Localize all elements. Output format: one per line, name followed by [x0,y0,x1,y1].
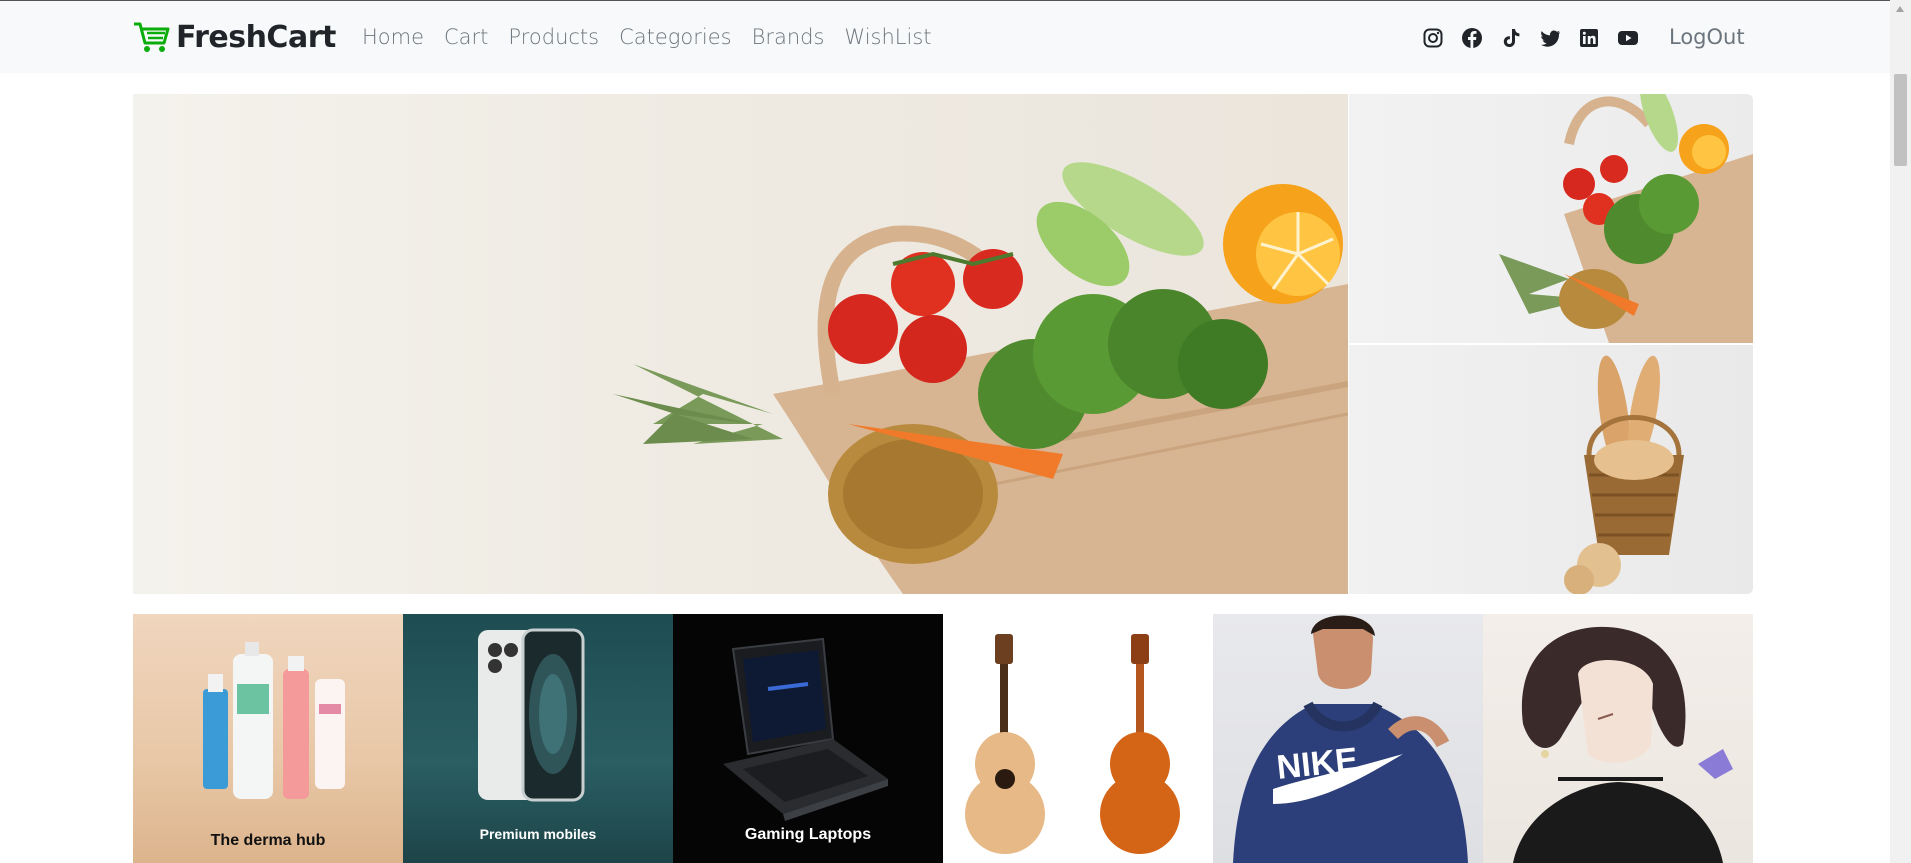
category-card-music[interactable] [943,614,1213,863]
category-label: Gaming Laptops [744,826,872,843]
category-card-mobiles[interactable]: Premium mobiles [403,614,673,863]
shopping-cart-icon [134,22,170,52]
skincare-products-illustration [203,642,345,799]
social-links [1422,27,1656,49]
nav-home[interactable]: Home [362,25,424,49]
linkedin-icon[interactable] [1578,27,1600,49]
nav-products[interactable]: Products [508,25,599,49]
hero-side-image-bread[interactable] [1349,345,1753,594]
grocery-bag-small-illustration [1499,94,1753,343]
scrollbar-thumb[interactable] [1894,74,1907,166]
brand-logo[interactable]: FreshCart [133,19,336,55]
page-scrollbar[interactable] [1890,0,1911,863]
guitars-illustration [965,634,1180,854]
hero-main-slider-image[interactable] [133,94,1348,594]
tiktok-icon[interactable] [1500,27,1522,49]
category-card-womens-fashion[interactable] [1483,614,1753,863]
category-card-mens-fashion[interactable]: NIKE [1213,614,1483,863]
brand-name: FreshCart [176,19,336,55]
logout-link[interactable]: LogOut [1669,25,1745,49]
category-card-derma[interactable]: The derma hub [133,614,403,863]
hero-side-image-groceries[interactable] [1349,94,1753,343]
instagram-icon[interactable] [1422,27,1444,49]
nav-categories[interactable]: Categories [619,25,731,49]
bread-basket-illustration [1564,355,1684,594]
illustrated-woman-illustration [1513,626,1733,863]
facebook-icon[interactable] [1461,27,1483,49]
scroll-up-arrow-icon[interactable] [1896,6,1904,12]
nav-brands[interactable]: Brands [752,25,825,49]
nav-wishlist[interactable]: WishList [844,25,931,49]
mens-hoodie-model-illustration: NIKE [1233,615,1468,863]
navbar: FreshCart Home Cart Products Categories … [0,1,1890,73]
twitter-icon[interactable] [1539,27,1561,49]
category-slider: The derma hub Premium mobiles Gaming Lap… [133,614,1753,863]
category-label: The derma hub [210,832,326,849]
grocery-bag-illustration [613,162,1348,594]
category-label: Premium mobiles [479,826,597,842]
main-nav: Home Cart Products Categories Brands Wis… [362,25,952,49]
youtube-icon[interactable] [1617,27,1639,49]
category-card-laptops[interactable]: Gaming Laptops [673,614,943,863]
nav-cart[interactable]: Cart [444,25,488,49]
